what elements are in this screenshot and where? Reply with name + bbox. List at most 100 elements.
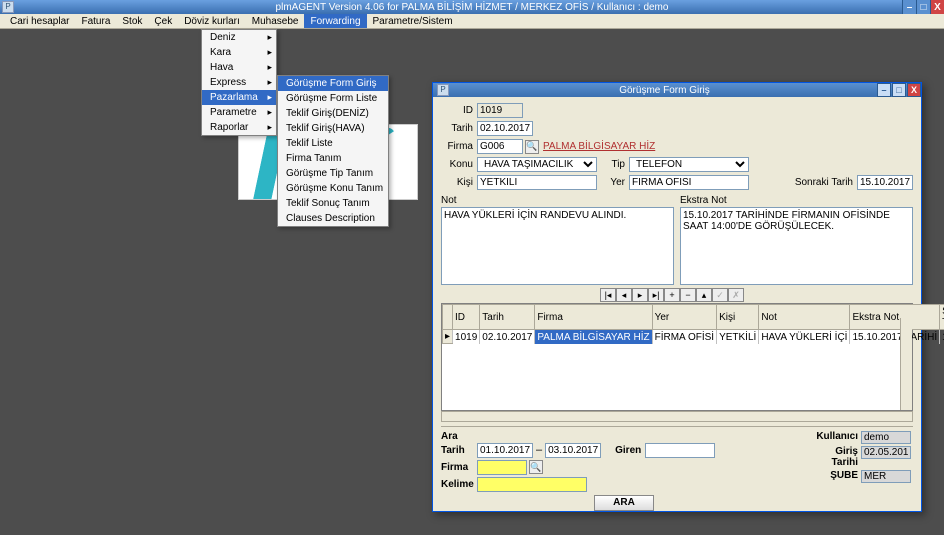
modal-icon: P (437, 84, 449, 96)
giris-tarihi-field (861, 446, 911, 459)
submenu-pazarlama[interactable]: Pazarlama (202, 90, 276, 105)
menu-muhasebe[interactable]: Muhasebe (246, 14, 305, 28)
konu-label: Konu (441, 159, 473, 170)
not-label: Not (441, 195, 674, 206)
nav-prev-button[interactable]: ◂ (616, 288, 632, 302)
ekstra-not-label: Ekstra Not (680, 195, 913, 206)
submenu-raporlar[interactable]: Raporlar (202, 120, 276, 135)
menu-cari-hesaplar[interactable]: Cari hesaplar (4, 14, 75, 28)
submenu-gorusme-konu-tanim[interactable]: Görüşme Konu Tanım (278, 181, 388, 196)
ara-section-label: Ara (441, 431, 807, 442)
search-tarih-from[interactable] (477, 443, 533, 458)
grid-header-marker (443, 305, 453, 330)
search-tarih-label: Tarih (441, 445, 477, 456)
tip-select[interactable]: TELEFON (629, 157, 749, 172)
search-giren-label: Giren (615, 445, 641, 456)
minimize-button[interactable]: – (902, 0, 916, 14)
submenu-parametre[interactable]: Parametre (202, 105, 276, 120)
grid-header-id[interactable]: ID (453, 305, 480, 330)
grid-header-tarih[interactable]: Tarih (480, 305, 535, 330)
grid-header-kisi[interactable]: Kişi (717, 305, 759, 330)
grid-cell-ekstra: 15.10.2017 TARİHİ (850, 330, 940, 344)
firma-lookup-icon[interactable]: 🔍 (525, 140, 539, 154)
kullanici-label: Kullanıcı (813, 431, 861, 444)
sonraki-tarih-label: Sonraki Tarih (795, 177, 853, 188)
gorusme-form-window: P Görüşme Form Giriş – □ X ID Tarih Firm… (432, 82, 922, 512)
submenu-hava[interactable]: Hava (202, 60, 276, 75)
grid-cell-tarih: 02.10.2017 (480, 330, 535, 344)
nav-next-button[interactable]: ▸ (632, 288, 648, 302)
id-label: ID (441, 105, 473, 116)
maximize-button[interactable]: □ (916, 0, 930, 14)
ara-button[interactable]: ARA (594, 495, 654, 511)
grid-header-yer[interactable]: Yer (652, 305, 716, 330)
records-grid[interactable]: ID Tarih Firma Yer Kişi Not Ekstra Not S… (441, 303, 913, 411)
grid-cell-sonraki: 15.10.2017 (940, 330, 944, 344)
nav-cancel-button[interactable]: ✗ (728, 288, 744, 302)
id-field[interactable] (477, 103, 523, 118)
yer-field[interactable] (629, 175, 749, 190)
submenu-deniz[interactable]: Deniz (202, 30, 276, 45)
modal-titlebar: P Görüşme Form Giriş – □ X (433, 83, 921, 97)
modal-maximize-button[interactable]: □ (892, 83, 906, 97)
menu-stok[interactable]: Stok (116, 14, 148, 28)
yer-label: Yer (603, 177, 625, 188)
titlebar-text: plmAGENT Version 4.06 for PALMA BİLİŞİM … (276, 2, 669, 13)
nav-add-button[interactable]: + (664, 288, 680, 302)
search-giren-field[interactable] (645, 443, 715, 458)
submenu-kara[interactable]: Kara (202, 45, 276, 60)
record-navigator: |◂ ◂ ▸ ▸| + − ▴ ✓ ✗ (433, 288, 921, 302)
menu-cek[interactable]: Çek (148, 14, 178, 28)
grid-header-not[interactable]: Not (759, 305, 850, 330)
grid-hscrollbar[interactable] (441, 411, 913, 422)
nav-first-button[interactable]: |◂ (600, 288, 616, 302)
grid-cell-kisi: YETKİLİ (717, 330, 759, 344)
tarih-label: Tarih (441, 123, 473, 134)
grid-header-sonraki[interactable]: Sonraki Tarih (940, 305, 944, 330)
sonraki-tarih-field[interactable] (857, 175, 913, 190)
menu-parametre[interactable]: Parametre/Sistem (367, 14, 459, 28)
grid-row[interactable]: ▸ 1019 02.10.2017 PALMA BİLGİSAYAR HİZ F… (443, 330, 944, 344)
submenu-teklif-sonuc-tanim[interactable]: Teklif Sonuç Tanım (278, 196, 388, 211)
search-firma-field[interactable] (477, 460, 527, 475)
nav-last-button[interactable]: ▸| (648, 288, 664, 302)
modal-minimize-button[interactable]: – (877, 83, 891, 97)
main-titlebar: P plmAGENT Version 4.06 for PALMA BİLİŞİ… (0, 0, 944, 14)
grid-cell-not: HAVA YÜKLERİ İÇİ (759, 330, 850, 344)
tarih-field[interactable] (477, 121, 533, 136)
sube-label: ŞUBE (813, 470, 861, 483)
kisi-field[interactable] (477, 175, 597, 190)
submenu-firma-tanim[interactable]: Firma Tanım (278, 151, 388, 166)
nav-edit-button[interactable]: ▴ (696, 288, 712, 302)
grid-header-ekstra[interactable]: Ekstra Not (850, 305, 940, 330)
nav-delete-button[interactable]: − (680, 288, 696, 302)
submenu-clauses-description[interactable]: Clauses Description (278, 211, 388, 226)
modal-close-button[interactable]: X (907, 83, 921, 97)
firma-field[interactable] (477, 139, 523, 154)
konu-select[interactable]: HAVA TAŞIMACILIK (477, 157, 597, 172)
tip-label: Tip (603, 159, 625, 170)
submenu-express[interactable]: Express (202, 75, 276, 90)
menu-forwarding[interactable]: Forwarding (304, 14, 366, 28)
not-textarea[interactable]: HAVA YÜKLERİ İÇİN RANDEVU ALINDI. (441, 207, 674, 285)
firma-link[interactable]: PALMA BİLGİSAYAR HİZ (543, 141, 655, 152)
ekstra-not-textarea[interactable]: 15.10.2017 TARİHİNDE FİRMANIN OFİSİNDE S… (680, 207, 913, 285)
submenu-teklif-giris-deniz[interactable]: Teklif Giriş(DENİZ) (278, 106, 388, 121)
submenu-teklif-giris-hava[interactable]: Teklif Giriş(HAVA) (278, 121, 388, 136)
search-firma-lookup-icon[interactable]: 🔍 (529, 460, 543, 474)
close-button[interactable]: X (930, 0, 944, 14)
grid-header-firma[interactable]: Firma (535, 305, 652, 330)
menu-doviz[interactable]: Döviz kurları (178, 14, 246, 28)
submenu-gorusme-form-giris[interactable]: Görüşme Form Giriş (278, 76, 388, 91)
search-kelime-field[interactable] (477, 477, 587, 492)
sube-field (861, 470, 911, 483)
search-kelime-label: Kelime (441, 479, 477, 490)
search-tarih-to[interactable] (545, 443, 601, 458)
menu-fatura[interactable]: Fatura (75, 14, 116, 28)
nav-save-button[interactable]: ✓ (712, 288, 728, 302)
grid-vscrollbar[interactable] (900, 318, 912, 410)
submenu-gorusme-tip-tanim[interactable]: Görüşme Tip Tanım (278, 166, 388, 181)
submenu-teklif-liste[interactable]: Teklif Liste (278, 136, 388, 151)
submenu-gorusme-form-liste[interactable]: Görüşme Form Liste (278, 91, 388, 106)
kisi-label: Kişi (441, 177, 473, 188)
